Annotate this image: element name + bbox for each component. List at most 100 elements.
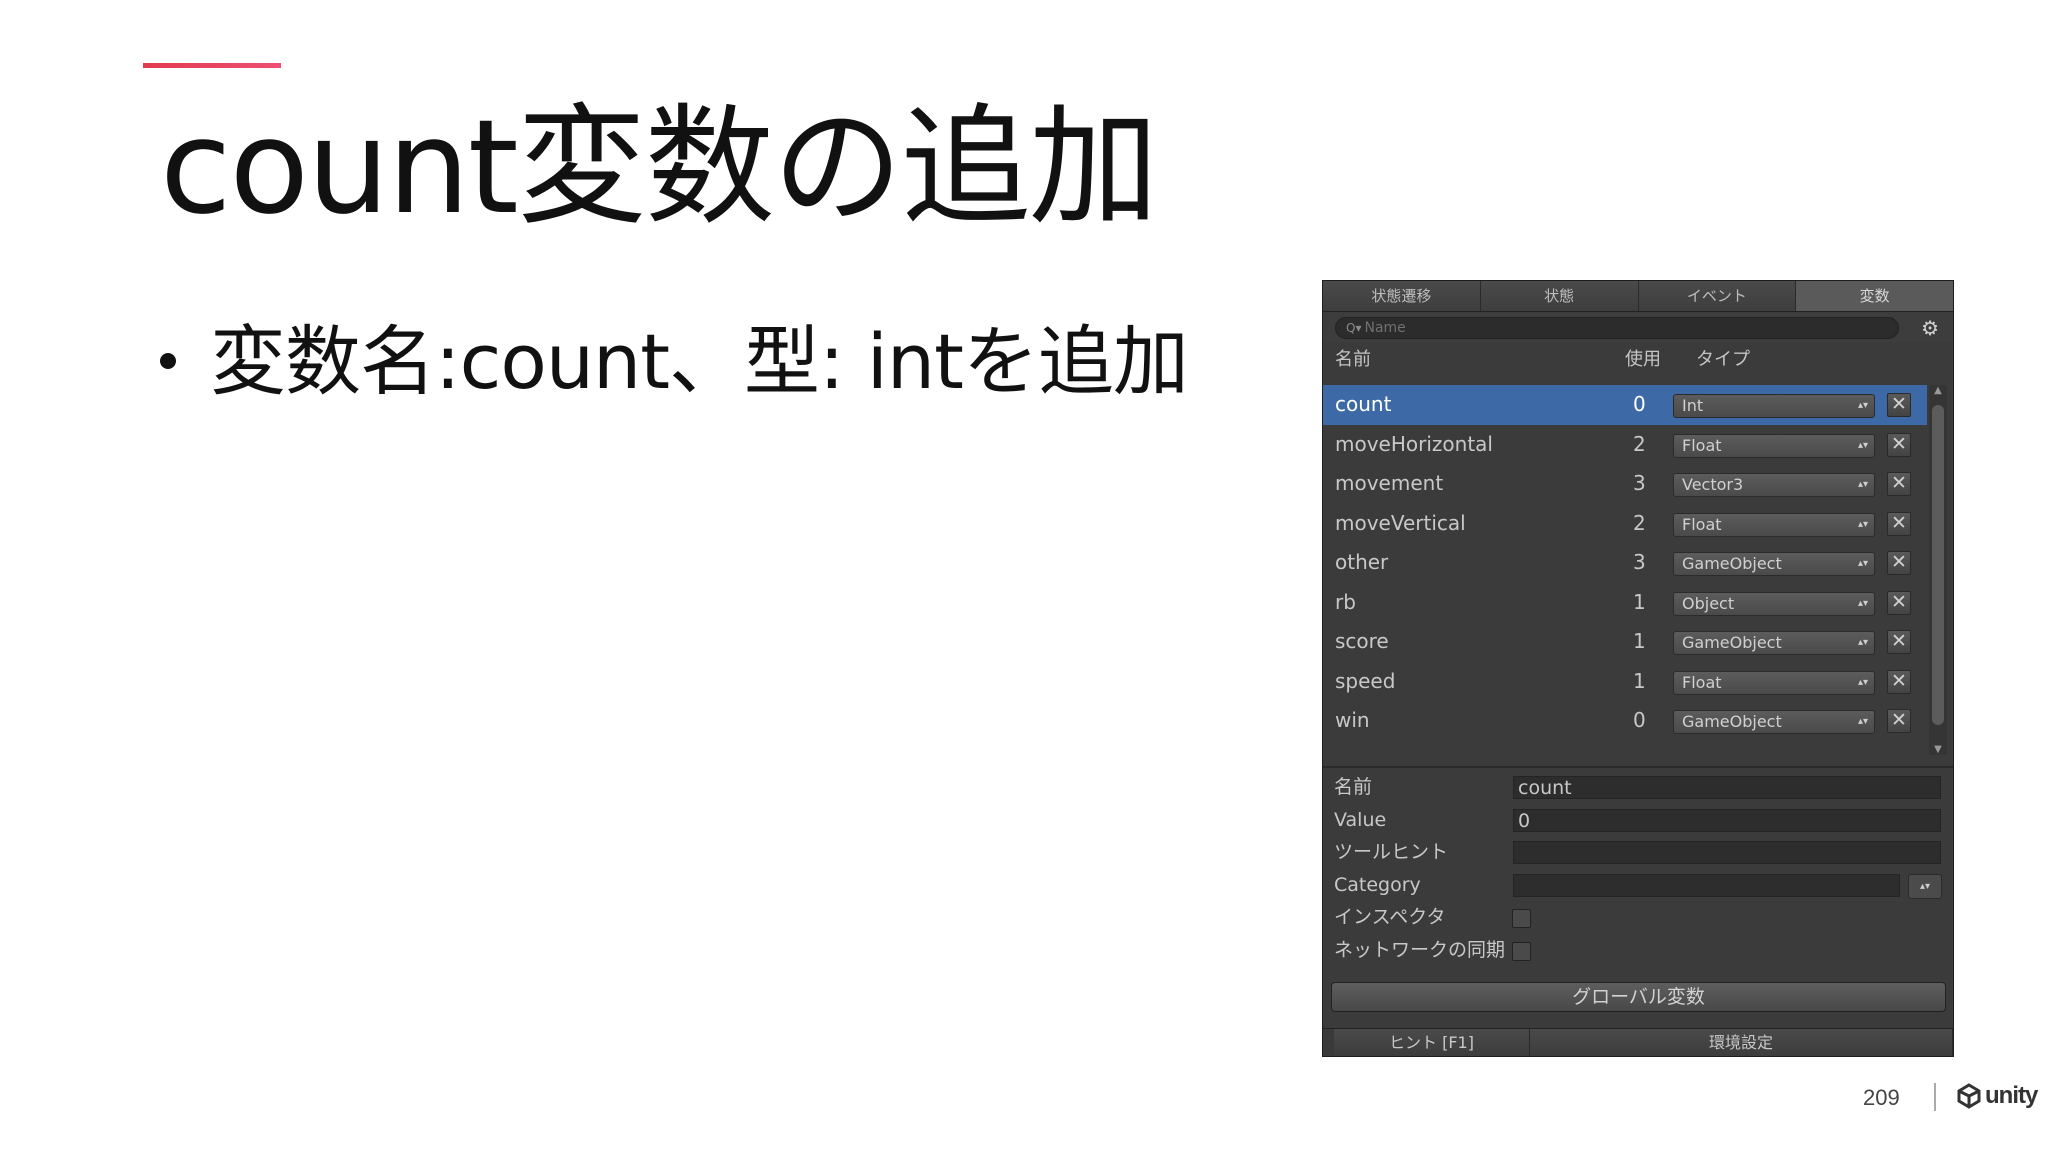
updown-icon: ▴▾ (1857, 439, 1868, 451)
updown-icon: ▴▾ (1857, 676, 1868, 688)
variable-row[interactable]: rb 1 Object ▴▾ ✕ (1323, 583, 1927, 623)
property-name-label: 名前 (1334, 776, 1373, 798)
delete-variable-button[interactable]: ✕ (1887, 472, 1911, 496)
variable-type-select[interactable]: GameObject ▴▾ (1673, 631, 1875, 655)
variable-used-count: 1 (1633, 629, 1646, 653)
variable-type-select[interactable]: Vector3 ▴▾ (1673, 473, 1875, 497)
panel-footer: ヒント [F1] 環境設定 (1323, 1028, 1953, 1056)
gear-icon[interactable]: ⚙ (1921, 316, 1939, 340)
variable-type-value: GameObject (1682, 712, 1782, 731)
variable-row[interactable]: win 0 GameObject ▴▾ ✕ (1323, 701, 1927, 741)
variable-type-select[interactable]: Float ▴▾ (1673, 670, 1875, 695)
variable-type-select[interactable]: Float ▴▾ (1673, 512, 1875, 537)
column-name[interactable]: 名前 (1335, 342, 1371, 378)
variable-type-value: Float (1682, 435, 1722, 455)
bullet-item: 変数名:count、型: intを追加 (160, 312, 1189, 412)
delete-variable-button[interactable]: ✕ (1887, 511, 1911, 536)
variable-name: moveHorizontal (1335, 431, 1493, 456)
panel-tabs: 状態遷移 状態 イベント 変数 (1323, 281, 1953, 312)
variable-type-select[interactable]: Object ▴▾ (1673, 591, 1875, 616)
delete-variable-button[interactable]: ✕ (1887, 393, 1911, 417)
property-value-label: Value (1334, 808, 1387, 831)
property-category-label: Category (1334, 873, 1421, 896)
playmaker-variables-panel: 状態遷移 状態 イベント 変数 Q▾ Name ⚙ 名前 使用 タイプ count… (1322, 280, 1954, 1057)
scroll-up-icon[interactable]: ▲ (1929, 385, 1947, 396)
footer-separator (1934, 1083, 1936, 1111)
tab-events[interactable]: イベント (1638, 281, 1797, 311)
delete-variable-button[interactable]: ✕ (1887, 630, 1911, 654)
variable-row[interactable]: count 0 Int ▴▾ ✕ (1323, 385, 1927, 425)
variable-name: win (1335, 708, 1370, 732)
variable-used-count: 3 (1633, 550, 1646, 574)
tab-transitions[interactable]: 状態遷移 (1323, 281, 1481, 311)
property-tooltip-field[interactable] (1513, 841, 1941, 864)
variable-used-count: 0 (1633, 708, 1646, 732)
variable-row[interactable]: score 1 GameObject ▴▾ ✕ (1323, 622, 1927, 662)
variable-name: count (1335, 392, 1392, 416)
column-header: 名前 使用 タイプ (1323, 342, 1953, 378)
delete-variable-button[interactable]: ✕ (1887, 709, 1911, 733)
variable-name: score (1335, 629, 1389, 653)
variable-name: moveVertical (1335, 510, 1466, 535)
property-name-field[interactable]: count (1513, 776, 1941, 799)
variable-used-count: 2 (1633, 431, 1646, 456)
variable-type-select[interactable]: Int ▴▾ (1673, 394, 1875, 418)
scroll-thumb[interactable] (1932, 405, 1944, 725)
variable-type-select[interactable]: GameObject ▴▾ (1673, 710, 1875, 734)
delete-variable-button[interactable]: ✕ (1887, 432, 1911, 457)
slide-title: count変数の追加 (160, 91, 1159, 243)
property-inspector-label: インスペクタ (1334, 906, 1446, 928)
variable-type-select[interactable]: Float ▴▾ (1673, 433, 1875, 458)
updown-icon: ▴▾ (1857, 479, 1868, 490)
variable-type-value: GameObject (1682, 633, 1782, 652)
property-value-field[interactable]: 0 (1513, 808, 1941, 832)
tab-variables[interactable]: 変数 (1796, 281, 1953, 311)
variable-row[interactable]: speed 1 Float ▴▾ ✕ (1323, 662, 1927, 702)
updown-icon: ▴▾ (1857, 518, 1868, 530)
updown-icon: ▴▾ (1857, 558, 1868, 569)
property-category-row: Category ▴▾ (1323, 869, 1953, 902)
variable-name: movement (1335, 471, 1444, 495)
preferences-button[interactable]: 環境設定 (1530, 1029, 1953, 1056)
search-icon: Q▾ (1346, 321, 1362, 335)
hint-button[interactable]: ヒント [F1] (1334, 1029, 1530, 1056)
variable-row[interactable]: moveVertical 2 Float ▴▾ ✕ (1323, 504, 1927, 544)
unity-logo: unity (1956, 1080, 2038, 1112)
network-sync-checkbox[interactable] (1512, 941, 1531, 961)
delete-variable-button[interactable]: ✕ (1887, 669, 1911, 694)
variable-list-scrollbar[interactable]: ▲ ▼ (1929, 385, 1947, 755)
variable-name: speed (1335, 668, 1396, 693)
variable-type-select[interactable]: GameObject ▴▾ (1673, 552, 1875, 576)
variable-type-value: GameObject (1682, 554, 1782, 573)
inspector-checkbox[interactable] (1512, 909, 1531, 928)
variable-used-count: 1 (1633, 589, 1646, 614)
search-input[interactable]: Q▾ Name (1335, 317, 1899, 339)
updown-icon: ▴▾ (1857, 400, 1868, 411)
variable-type-value: Object (1682, 593, 1735, 613)
delete-variable-button[interactable]: ✕ (1887, 590, 1911, 615)
bullet-text: 変数名:count、型: intを追加 (210, 317, 1189, 406)
variable-type-value: Vector3 (1682, 475, 1744, 494)
variable-used-count: 2 (1633, 510, 1646, 535)
updown-icon: ▴▾ (1857, 597, 1868, 609)
column-type[interactable]: タイプ (1696, 342, 1750, 378)
page-number: 209 (1863, 1085, 1900, 1110)
tab-states[interactable]: 状態 (1480, 281, 1639, 311)
global-variables-button[interactable]: グローバル変数 (1331, 982, 1946, 1012)
variable-type-value: Float (1682, 672, 1722, 692)
unity-cube-icon (1957, 1083, 1981, 1109)
delete-variable-button[interactable]: ✕ (1887, 551, 1911, 575)
category-dropdown-button[interactable]: ▴▾ (1908, 873, 1942, 899)
unity-wordmark: unity (1985, 1082, 2038, 1109)
title-accent-bar (143, 63, 281, 68)
scroll-down-icon[interactable]: ▼ (1929, 744, 1947, 755)
variable-used-count: 0 (1633, 392, 1646, 416)
bullet-dot (160, 353, 176, 369)
variable-type-value: Float (1682, 514, 1722, 534)
column-used[interactable]: 使用 (1625, 342, 1661, 378)
variable-row[interactable]: movement 3 Vector3 ▴▾ ✕ (1323, 464, 1927, 504)
variable-row[interactable]: other 3 GameObject ▴▾ ✕ (1323, 543, 1927, 583)
updown-icon: ▴▾ (1857, 716, 1868, 727)
property-category-field[interactable] (1513, 873, 1900, 897)
variable-row[interactable]: moveHorizontal 2 Float ▴▾ ✕ (1323, 425, 1927, 465)
